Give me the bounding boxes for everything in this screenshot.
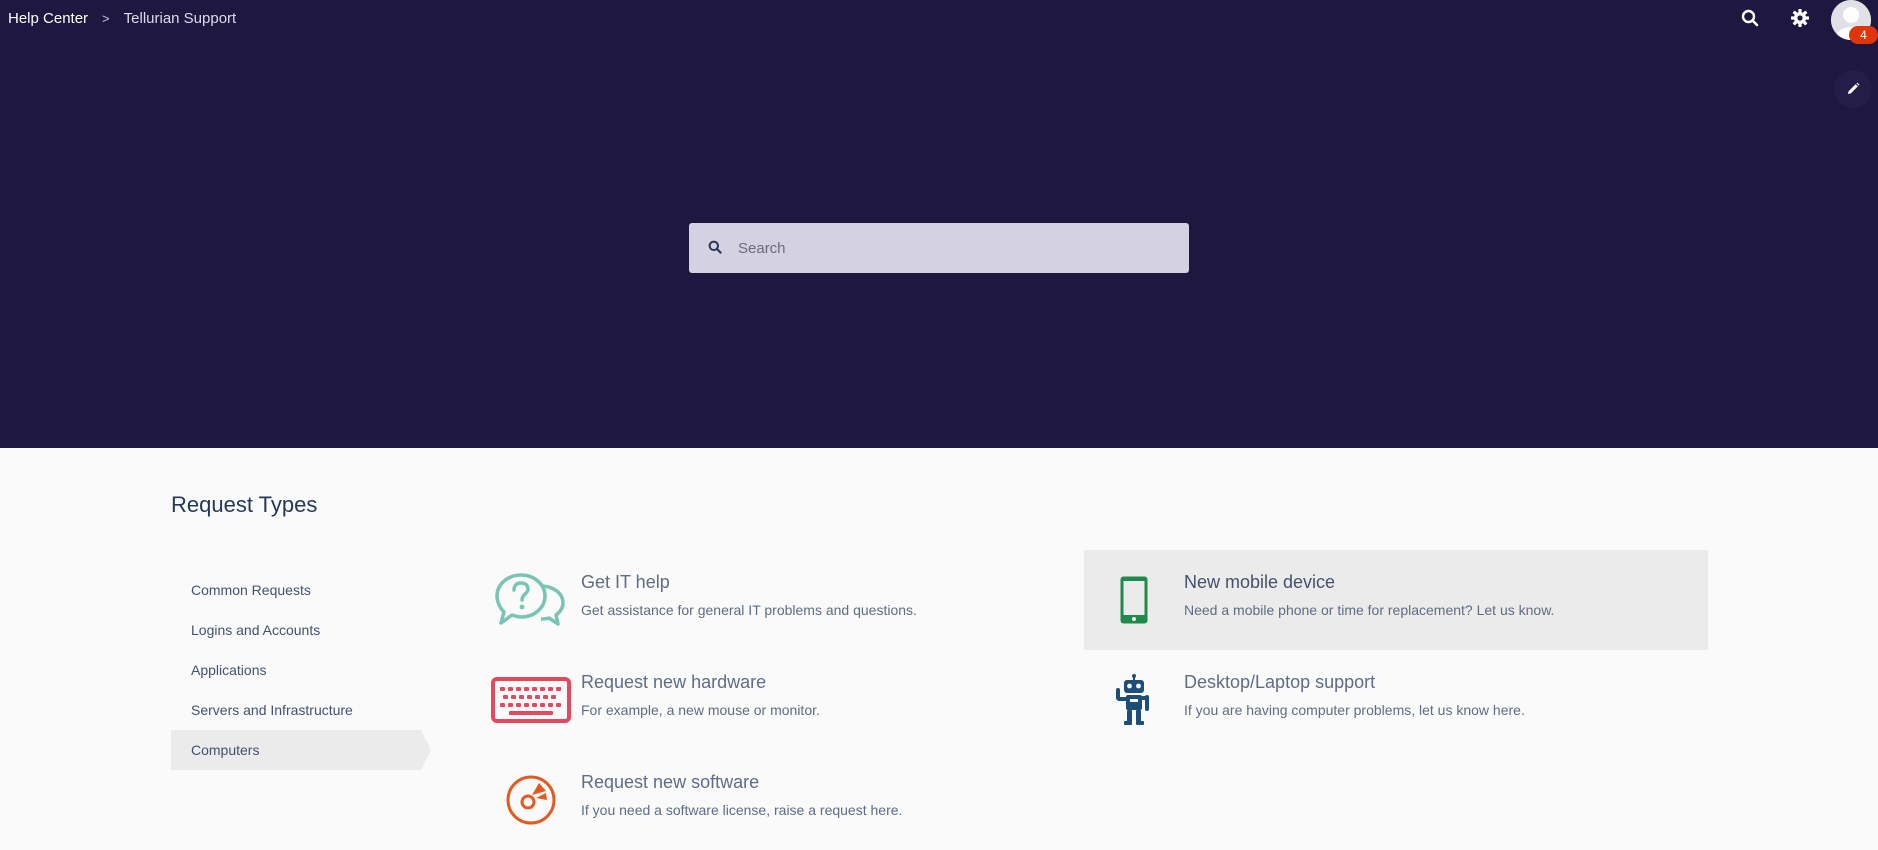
breadcrumb-help-center[interactable]: Help Center: [8, 10, 88, 27]
request-description: Need a mobile phone or time for replacem…: [1184, 602, 1555, 618]
edit-button[interactable]: [1834, 70, 1872, 108]
nav-item-label: Logins and Accounts: [191, 622, 321, 638]
request-description: If you need a software license, raise a …: [581, 802, 903, 818]
request-description: For example, a new mouse or monitor.: [581, 702, 820, 718]
section-title: Request Types: [171, 492, 318, 517]
search-bar[interactable]: [689, 223, 1189, 273]
software-disc-icon: [481, 750, 581, 850]
breadcrumb-separator: >: [102, 10, 110, 26]
pencil-icon: [1848, 82, 1860, 94]
request-title: Request new software: [581, 772, 760, 792]
breadcrumb: Help Center > Tellurian Support: [8, 8, 236, 28]
request-desktop-laptop-support[interactable]: Desktop/Laptop support If you are having…: [1084, 650, 1708, 750]
nav-item-servers-and-infrastructure[interactable]: Servers and Infrastructure: [171, 690, 431, 730]
request-get-it-help[interactable]: Get IT help Get assistance for general I…: [481, 550, 1105, 650]
mobile-phone-icon: [1084, 550, 1184, 650]
nav-item-computers[interactable]: Computers: [171, 730, 431, 770]
search-button[interactable]: [1733, 1, 1767, 35]
search-icon: [708, 240, 724, 256]
request-title: Request new hardware: [581, 672, 767, 692]
nav-item-common-requests[interactable]: Common Requests: [171, 570, 431, 610]
nav-item-logins-and-accounts[interactable]: Logins and Accounts: [171, 610, 431, 650]
breadcrumb-tellurian-support[interactable]: Tellurian Support: [124, 10, 237, 27]
settings-button[interactable]: [1783, 1, 1817, 35]
request-new-hardware[interactable]: Request new hardware For example, a new …: [481, 650, 1105, 750]
request-group-nav: Common Requests Logins and Accounts Appl…: [171, 570, 431, 770]
request-description: If you are having computer problems, let…: [1184, 702, 1525, 718]
request-title: Get IT help: [581, 572, 670, 592]
request-new-software[interactable]: Request new software If you need a softw…: [481, 750, 1105, 850]
nav-item-label: Servers and Infrastructure: [191, 702, 353, 718]
search-input[interactable]: [738, 239, 1158, 257]
nav-item-applications[interactable]: Applications: [171, 650, 431, 690]
request-title: New mobile device: [1184, 572, 1336, 592]
search-icon: [1741, 9, 1759, 27]
request-title: Desktop/Laptop support: [1184, 672, 1376, 692]
request-description: Get assistance for general IT problems a…: [581, 602, 917, 618]
nav-item-label: Common Requests: [191, 582, 311, 598]
nav-item-label: Applications: [191, 662, 267, 678]
robot-icon: [1084, 650, 1184, 750]
nav-item-label: Computers: [191, 742, 260, 758]
request-new-mobile-device[interactable]: New mobile device Need a mobile phone or…: [1084, 550, 1708, 650]
notification-badge: 4: [1849, 26, 1878, 44]
keyboard-icon: [481, 650, 581, 750]
hero-banner: Help Center > Tellurian Support 4 Search: [0, 0, 1878, 448]
chat-question-icon: [481, 550, 581, 650]
gear-icon: [1791, 9, 1809, 27]
